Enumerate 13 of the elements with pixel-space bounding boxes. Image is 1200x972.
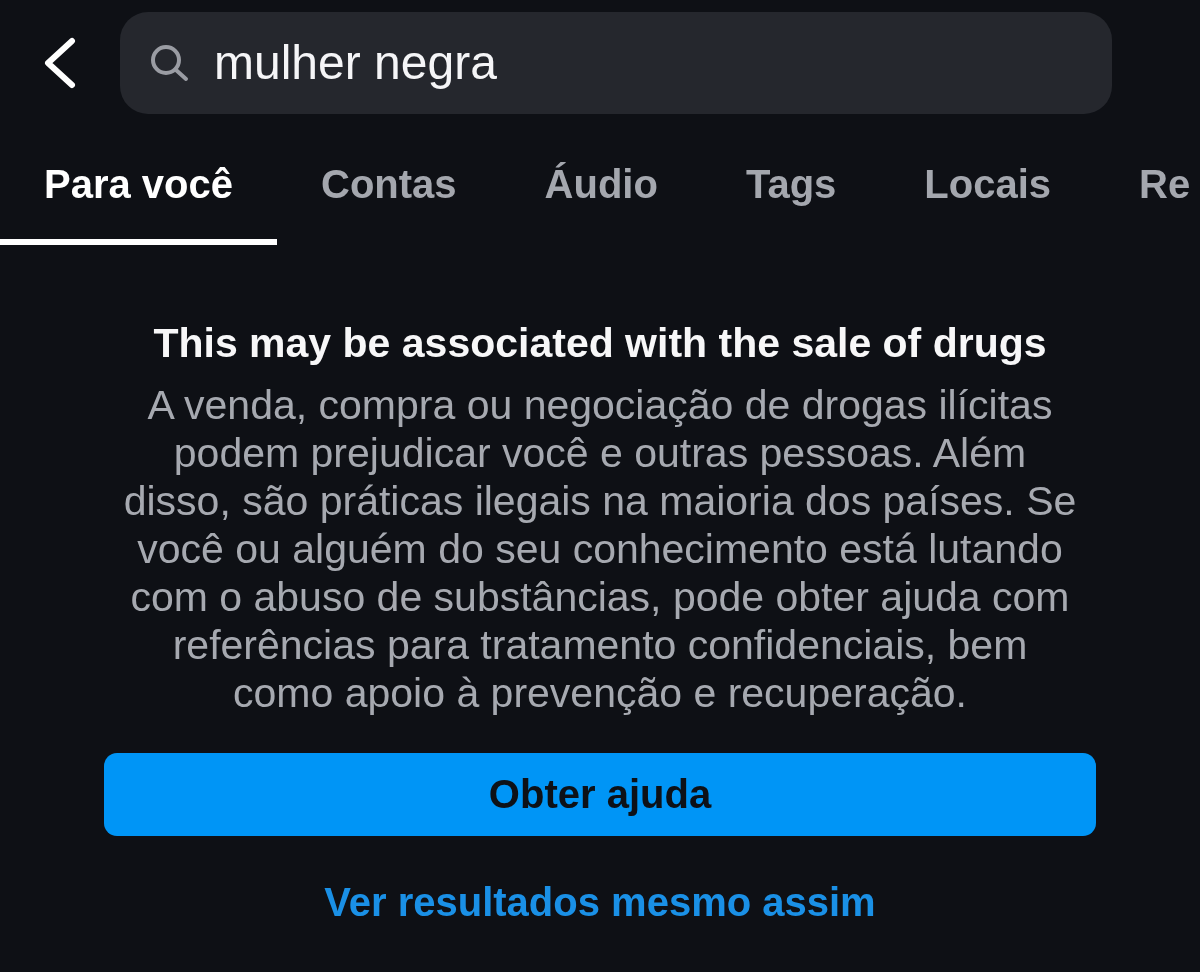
tab[interactable]: Re <box>1095 150 1191 245</box>
see-results-link[interactable]: Ver resultados mesmo assim <box>324 878 876 926</box>
back-chevron-icon <box>43 37 77 89</box>
tab[interactable]: Locais <box>880 150 1096 245</box>
get-help-button[interactable]: Obter ajuda <box>104 753 1096 836</box>
tab[interactable]: Para você <box>0 150 278 245</box>
search-icon <box>150 44 190 82</box>
warning-message: A venda, compra ou negociação de drogas ilícitas podem prejudicar você e outras pessoas. Além disso, são práticas ilegais na maioria dos países. Se você ou alguém do seu conhecimento está lutando com o abuso de substâncias, pode obter ajuda com referências para tratamento confidenciais, bem como apoio à prevenção e recuperação. <box>122 381 1078 717</box>
tab[interactable]: Áudio <box>500 150 702 245</box>
search-field[interactable]: mulher negra <box>120 12 1112 114</box>
warning-title: This may be associated with the sale of drugs <box>153 319 1047 367</box>
tab[interactable]: Tags <box>701 150 881 245</box>
tab[interactable]: Contas <box>277 150 501 245</box>
